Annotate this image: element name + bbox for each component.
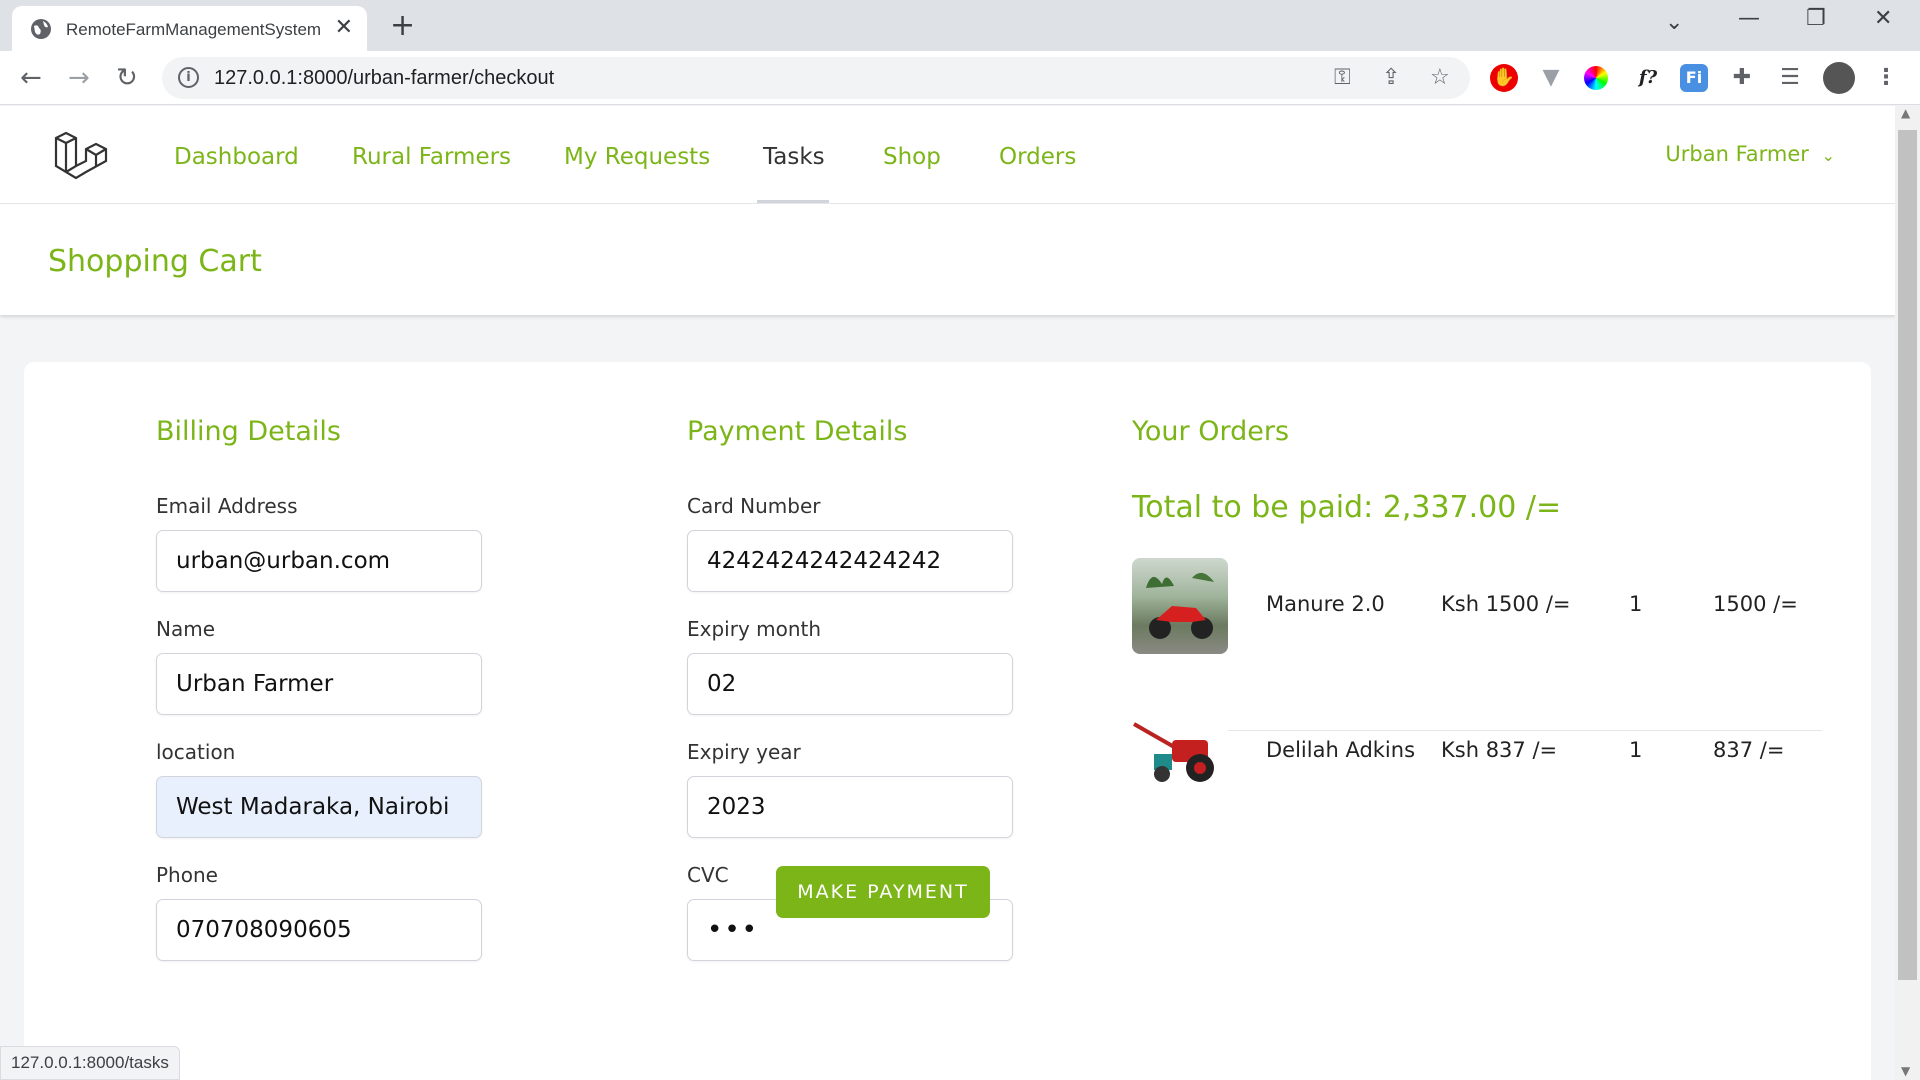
expiry-month-label: Expiry month [687, 617, 822, 641]
expiry-year-label: Expiry year [687, 740, 801, 764]
extensions-puzzle-icon[interactable]: ✚ [1728, 64, 1756, 92]
order-divider [1132, 730, 1822, 731]
nav-orders[interactable]: Orders [999, 144, 1076, 170]
email-label: Email Address [156, 494, 298, 518]
location-label: location [156, 740, 236, 764]
nav-my-requests[interactable]: My Requests [564, 144, 710, 170]
new-tab-icon[interactable]: + [390, 8, 415, 43]
nav-tasks[interactable]: Tasks [763, 144, 825, 170]
orders-title: Your Orders [1132, 416, 1290, 447]
order-item-price: Ksh 837 /= [1441, 738, 1558, 762]
close-window-icon[interactable]: ✕ [1874, 6, 1892, 31]
user-dropdown[interactable]: Urban Farmer ⌄ [1665, 142, 1835, 166]
reload-icon[interactable]: ↻ [116, 63, 138, 93]
order-item-subtotal: 1500 /= [1713, 592, 1798, 616]
nav-rural-farmers[interactable]: Rural Farmers [352, 144, 511, 170]
address-bar[interactable]: i 127.0.0.1:8000/urban-farmer/checkout ⚿… [162, 57, 1470, 99]
phone-field[interactable]: 070708090605 [156, 899, 482, 961]
name-label: Name [156, 617, 216, 641]
font-extension-icon[interactable]: f? [1634, 64, 1662, 92]
billing-title: Billing Details [156, 416, 341, 447]
back-icon[interactable]: ← [20, 63, 42, 93]
minimize-icon[interactable]: — [1738, 6, 1760, 31]
app-navbar: Dashboard Rural Farmers My Requests Task… [0, 106, 1895, 204]
card-number-field[interactable]: 4242424242424242 [687, 530, 1013, 592]
page-title: Shopping Cart [48, 244, 262, 279]
share-icon[interactable]: ⇪ [1382, 65, 1400, 90]
scrollbar-thumb[interactable] [1898, 130, 1917, 980]
media-icon[interactable]: ☰ [1776, 64, 1804, 92]
status-bar-url: 127.0.0.1:8000/tasks [0, 1046, 180, 1080]
expiry-year-field[interactable]: 2023 [687, 776, 1013, 838]
profile-avatar[interactable] [1823, 62, 1855, 94]
page-content: Dashboard Rural Farmers My Requests Task… [0, 106, 1895, 1080]
payment-title: Payment Details [687, 416, 908, 447]
bookmark-star-icon[interactable]: ☆ [1430, 65, 1450, 90]
checkout-card: Billing Details Email Address urban@urba… [24, 362, 1871, 1080]
order-item-image [1132, 702, 1228, 798]
tab-title: RemoteFarmManagementSystem [66, 20, 322, 39]
url-text: 127.0.0.1:8000/urban-farmer/checkout [214, 67, 555, 89]
nav-shop[interactable]: Shop [883, 144, 941, 170]
scroll-up-icon[interactable]: ▲ [1901, 106, 1910, 120]
color-picker-extension-icon[interactable] [1584, 66, 1608, 90]
forward-icon[interactable]: → [68, 63, 90, 93]
order-item-qty: 1 [1629, 592, 1643, 616]
expiry-month-field[interactable]: 02 [687, 653, 1013, 715]
browser-tab-strip: RemoteFarmManagementSystem ✕ + ⌄ — ❐ ✕ [0, 0, 1920, 51]
laravel-logo[interactable] [52, 130, 108, 186]
order-item-name: Manure 2.0 [1266, 592, 1385, 616]
globe-icon [31, 19, 51, 39]
browser-toolbar: ← → ↻ i 127.0.0.1:8000/urban-farmer/chec… [0, 51, 1920, 105]
order-item-qty: 1 [1629, 738, 1643, 762]
vue-extension-icon[interactable]: ▼ [1537, 64, 1565, 92]
user-name: Urban Farmer [1665, 142, 1809, 166]
scroll-down-icon[interactable]: ▼ [1901, 1064, 1910, 1078]
page-header: Shopping Cart [0, 204, 1895, 315]
cvc-label: CVC [687, 863, 729, 887]
nav-dashboard[interactable]: Dashboard [174, 144, 299, 170]
fi-extension-icon[interactable]: Fi [1680, 64, 1708, 92]
order-item-price: Ksh 1500 /= [1441, 592, 1571, 616]
menu-kebab-icon[interactable]: ⋮ [1872, 64, 1900, 92]
card-number-label: Card Number [687, 494, 821, 518]
site-info-icon[interactable]: i [178, 67, 199, 88]
motorcycle-image [1146, 572, 1214, 639]
close-tab-icon[interactable]: ✕ [335, 15, 353, 40]
total-amount: Total to be paid: 2,337.00 /= [1132, 490, 1562, 525]
active-tab-underline [757, 200, 829, 203]
location-field[interactable]: West Madaraka, Nairobi [156, 776, 482, 838]
browser-tab[interactable]: RemoteFarmManagementSystem ✕ [12, 6, 367, 51]
tab-search-icon[interactable]: ⌄ [1665, 10, 1683, 35]
key-icon[interactable]: ⚿ [1334, 65, 1351, 90]
make-payment-button[interactable]: MAKE PAYMENT [776, 866, 990, 918]
name-field[interactable]: Urban Farmer [156, 653, 482, 715]
chevron-down-icon: ⌄ [1821, 146, 1835, 165]
order-item-name: Delilah Adkins [1266, 738, 1416, 762]
order-item-subtotal: 837 /= [1713, 738, 1785, 762]
email-field[interactable]: urban@urban.com [156, 530, 482, 592]
order-item-image [1132, 558, 1228, 654]
restore-icon[interactable]: ❐ [1806, 6, 1826, 31]
tiller-image [1133, 722, 1214, 782]
phone-label: Phone [156, 863, 218, 887]
adblock-extension-icon[interactable]: ✋ [1490, 64, 1518, 92]
